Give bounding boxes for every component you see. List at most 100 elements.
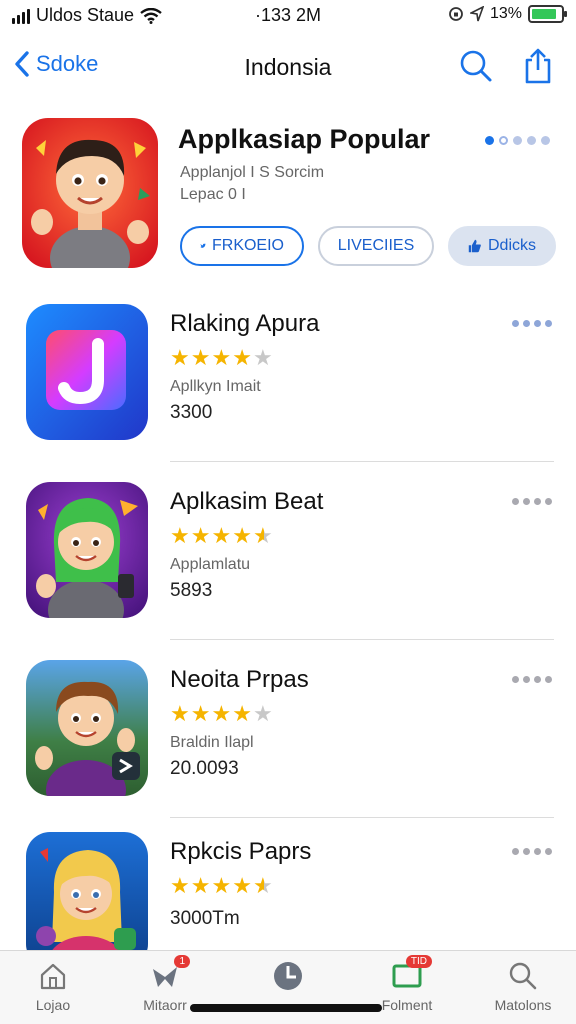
status-right: 13% (448, 5, 567, 23)
star-full-icon: ★ (211, 345, 232, 370)
star-full-icon: ★ (170, 701, 190, 726)
star-rating: ★ ★ ★ ★ ★ (170, 524, 273, 548)
battery-percent: 13% (489, 5, 522, 22)
tab-label: Matolons (494, 997, 552, 1013)
star-empty-icon: ★ (252, 701, 273, 726)
carrier-name: Uldos Staue (36, 5, 135, 25)
star-full-icon: ★ (232, 873, 252, 898)
chevron-left-icon (15, 51, 29, 77)
featured-app-card[interactable]: Applkasiap Popular Applanjol I S Sorcim … (22, 114, 556, 270)
star-full-icon: ★ (211, 523, 232, 548)
featured-subtitle-line-1: Applanjol I S Sorcim (180, 164, 325, 181)
thumbs-up-icon (468, 239, 481, 253)
app-subtitle: Apllkyn Imait (170, 378, 261, 395)
app-subtitle: Braldin Ilapl (170, 734, 254, 751)
like-button[interactable]: Ddicks (448, 226, 556, 266)
like-button-label: Ddicks (487, 237, 536, 254)
lock-rotation-icon (449, 7, 463, 21)
star-full-icon: ★ (170, 523, 190, 548)
star-full-icon: ★ (211, 701, 232, 726)
more-options-button[interactable] (512, 320, 552, 327)
app-icon-green-hair[interactable] (26, 482, 148, 618)
star-rating: ★ ★ ★ ★ ★ (170, 346, 273, 370)
back-button[interactable]: Sdoke (14, 50, 98, 78)
search-icon (460, 50, 492, 82)
app-icon-girl[interactable] (26, 832, 148, 968)
tab-label: Lojao (35, 997, 71, 1013)
follow-button-label: FRKOEIO (211, 237, 284, 254)
page-dot[interactable] (513, 136, 522, 145)
app-name: Aplkasim Beat (170, 488, 324, 515)
app-row[interactable]: Aplkasim Beat ★ ★ ★ ★ ★ Applamlatu 5893 (0, 478, 576, 648)
follow-button[interactable]: FRKOEIO (180, 226, 304, 266)
tab-search[interactable]: Matolons (478, 959, 568, 1013)
app-count: 3300 (170, 402, 213, 423)
star-full-icon: ★ (211, 873, 232, 898)
app-count: 5893 (170, 580, 213, 601)
star-full-icon: ★ (190, 345, 211, 370)
clock-icon (274, 962, 302, 990)
app-row[interactable]: Rlaking Apura ★ ★ ★ ★ ★ Apllkyn Imait 3300 (0, 300, 576, 470)
tab-label: Folment (381, 997, 433, 1013)
more-options-button[interactable] (512, 848, 552, 855)
star-rating: ★ ★ ★ ★ ★ (170, 874, 273, 898)
app-icon-boy[interactable] (26, 660, 148, 796)
star-full-icon: ★ (190, 523, 211, 548)
app-count: 3000Tm (170, 908, 240, 929)
featured-app-icon[interactable] (22, 118, 158, 268)
row-divider (170, 461, 554, 462)
app-count: 20.0093 (170, 758, 239, 779)
back-label: Sdoke (36, 51, 99, 76)
house-icon (40, 963, 66, 990)
featured-subtitle: Applanjol I S Sorcim Lepac 0 I (180, 162, 324, 206)
star-full-icon: ★ (190, 701, 211, 726)
search-button[interactable] (458, 48, 494, 84)
home-indicator[interactable] (190, 1004, 382, 1012)
more-options-button[interactable] (512, 676, 552, 683)
star-full-icon: ★ (232, 345, 252, 370)
star-full-icon: ★ (232, 701, 252, 726)
page-dot[interactable] (541, 136, 550, 145)
featured-title: Applkasiap Popular (178, 124, 431, 154)
star-rating: ★ ★ ★ ★ ★ (170, 702, 273, 726)
search-icon (509, 962, 537, 990)
tab-home[interactable]: Lojao (8, 959, 98, 1013)
app-name: Rlaking Apura (170, 310, 320, 337)
tab-label: Mitaorr (143, 997, 187, 1013)
star-empty-icon: ★ (252, 345, 273, 370)
more-options-button[interactable] (512, 498, 552, 505)
star-full-icon: ★ (170, 873, 190, 898)
star-half-icon: ★ (252, 523, 273, 548)
app-icon-j[interactable] (26, 304, 148, 440)
page-dot[interactable] (527, 136, 536, 145)
star-full-icon: ★ (232, 523, 252, 548)
row-divider (170, 817, 554, 818)
row-divider (170, 639, 554, 640)
status-left: Uldos Staue (12, 5, 162, 26)
page-indicator[interactable] (485, 136, 550, 145)
featured-subtitle-line-2: Lepac 0 I (180, 186, 246, 203)
share-icon (525, 48, 551, 84)
signal-icon (12, 8, 30, 24)
page-dot-active[interactable] (485, 136, 494, 145)
location-icon (469, 6, 484, 22)
battery-level (532, 9, 556, 19)
app-name: Neoita Prpas (170, 666, 309, 693)
star-full-icon: ★ (170, 345, 190, 370)
app-name: Rpkcis Paprs (170, 838, 312, 865)
battery-icon (528, 5, 567, 23)
notification-badge: TID (405, 955, 432, 968)
tab-activity[interactable] (243, 959, 333, 997)
wifi-icon (140, 7, 162, 24)
star-full-icon: ★ (190, 873, 211, 898)
star-half-icon: ★ (252, 873, 273, 898)
live-button-label: LIVECIIES (337, 237, 415, 254)
status-bar: Uldos Staue ·133 2M 13% (0, 0, 576, 34)
app-row[interactable]: Neoita Prpas ★ ★ ★ ★ ★ Braldin Ilapl 20.0093 (0, 656, 576, 826)
live-button[interactable]: LIVECIIES (318, 226, 434, 266)
notification-badge: 1 (174, 955, 190, 968)
page-dot[interactable] (499, 136, 508, 145)
app-subtitle: Applamlatu (170, 556, 251, 573)
share-button[interactable] (520, 48, 556, 84)
tab-bar: Lojao 1 Mitaorr TID Folment Matolons (0, 950, 576, 1024)
